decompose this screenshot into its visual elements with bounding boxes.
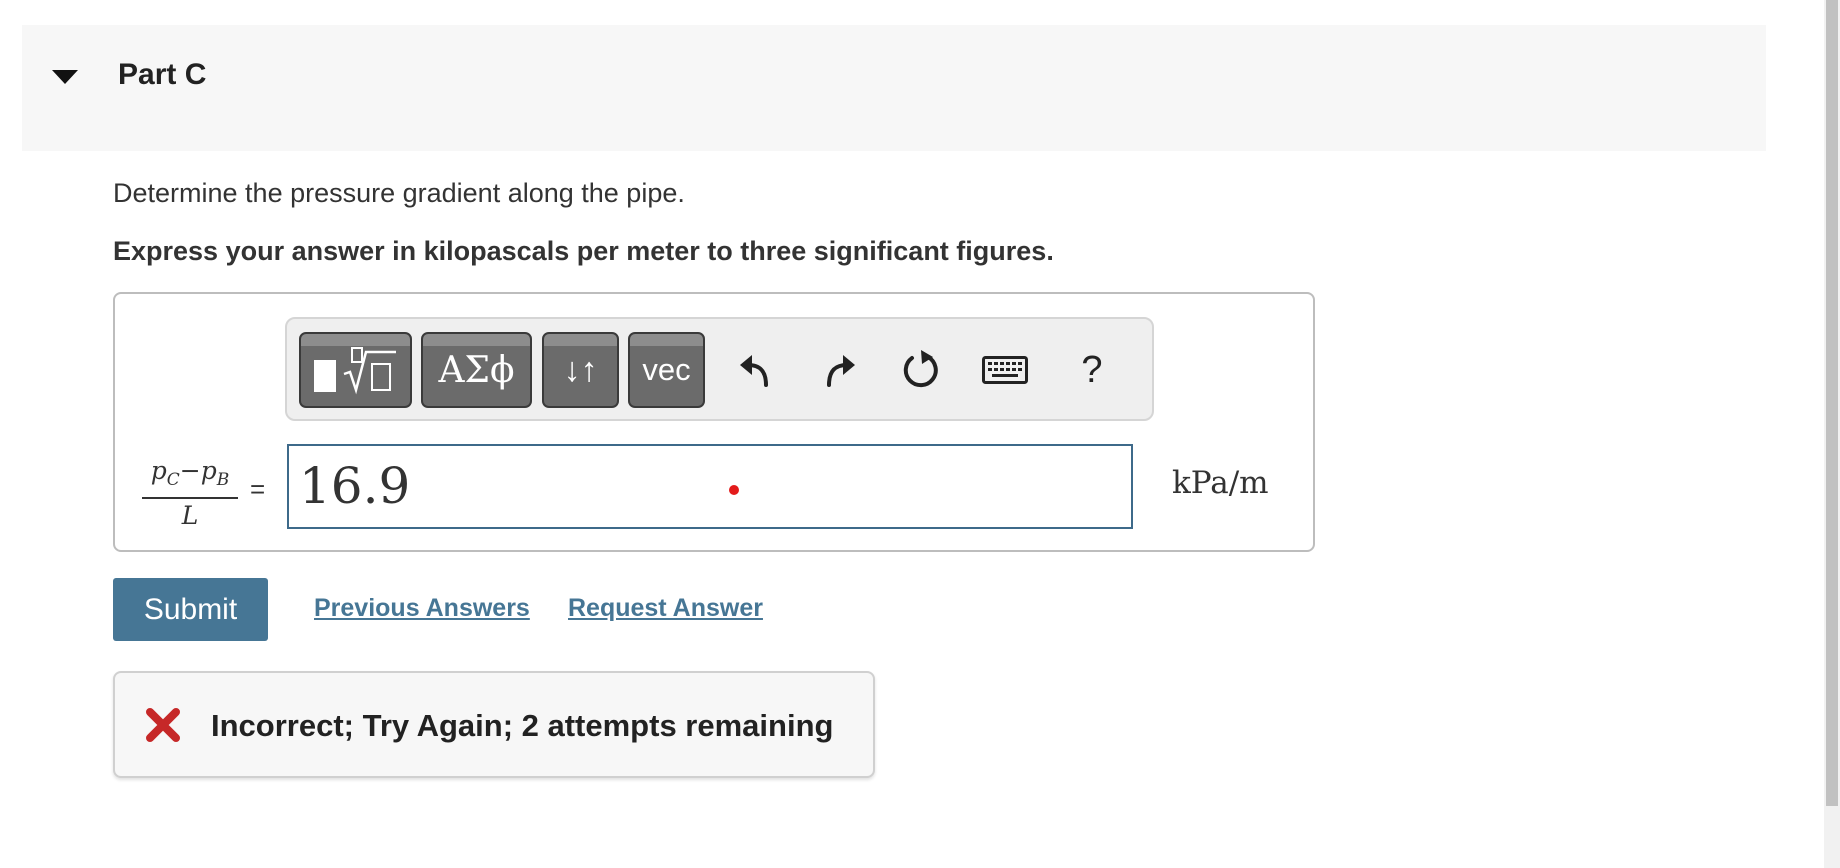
previous-answers-link[interactable]: Previous Answers	[314, 594, 530, 623]
template-block-icon	[313, 360, 336, 392]
collapse-caret-icon[interactable]	[52, 70, 78, 84]
reset-icon[interactable]	[899, 348, 943, 392]
fraction-bar	[142, 497, 238, 499]
part-title: Part C	[118, 58, 207, 91]
numerator-minus: −	[179, 456, 201, 485]
numerator-p2: p	[200, 456, 217, 485]
keyboard-icon[interactable]	[980, 348, 1030, 392]
fraction-numerator: pC−pB	[142, 456, 238, 495]
undo-icon[interactable]	[733, 348, 777, 392]
help-button[interactable]: ?	[1070, 348, 1114, 392]
templates-button[interactable]	[299, 332, 412, 408]
redo-icon[interactable]	[818, 348, 862, 392]
x-icon	[146, 708, 180, 742]
equals-sign: =	[250, 474, 266, 504]
numerator-sub-b: B	[216, 470, 230, 490]
part-header[interactable]	[22, 25, 1766, 151]
answer-units: kPa/m	[1172, 465, 1269, 501]
arrows-button[interactable]: ↓↑	[542, 332, 619, 408]
fraction-denominator: L	[181, 501, 199, 530]
answer-input[interactable]: 16.9	[287, 444, 1133, 529]
request-answer-link[interactable]: Request Answer	[568, 594, 763, 623]
gradient-fraction: pC−pB L	[142, 456, 238, 530]
scrollbar-thumb[interactable]	[1826, 0, 1838, 806]
numerator-sub-c: C	[166, 470, 180, 490]
templates-icon	[343, 347, 396, 395]
vector-button[interactable]: vec	[628, 332, 705, 408]
answer-instruction: Express your answer in kilopascals per m…	[113, 236, 1054, 266]
question-prompt: Determine the pressure gradient along th…	[113, 178, 685, 208]
feedback-message: Incorrect; Try Again; 2 attempts remaini…	[211, 708, 834, 743]
greek-symbols-button[interactable]: ΑΣϕ	[421, 332, 532, 408]
cursor-dot	[729, 485, 739, 495]
submit-button[interactable]: Submit	[113, 578, 268, 641]
numerator-p: p	[150, 456, 167, 485]
